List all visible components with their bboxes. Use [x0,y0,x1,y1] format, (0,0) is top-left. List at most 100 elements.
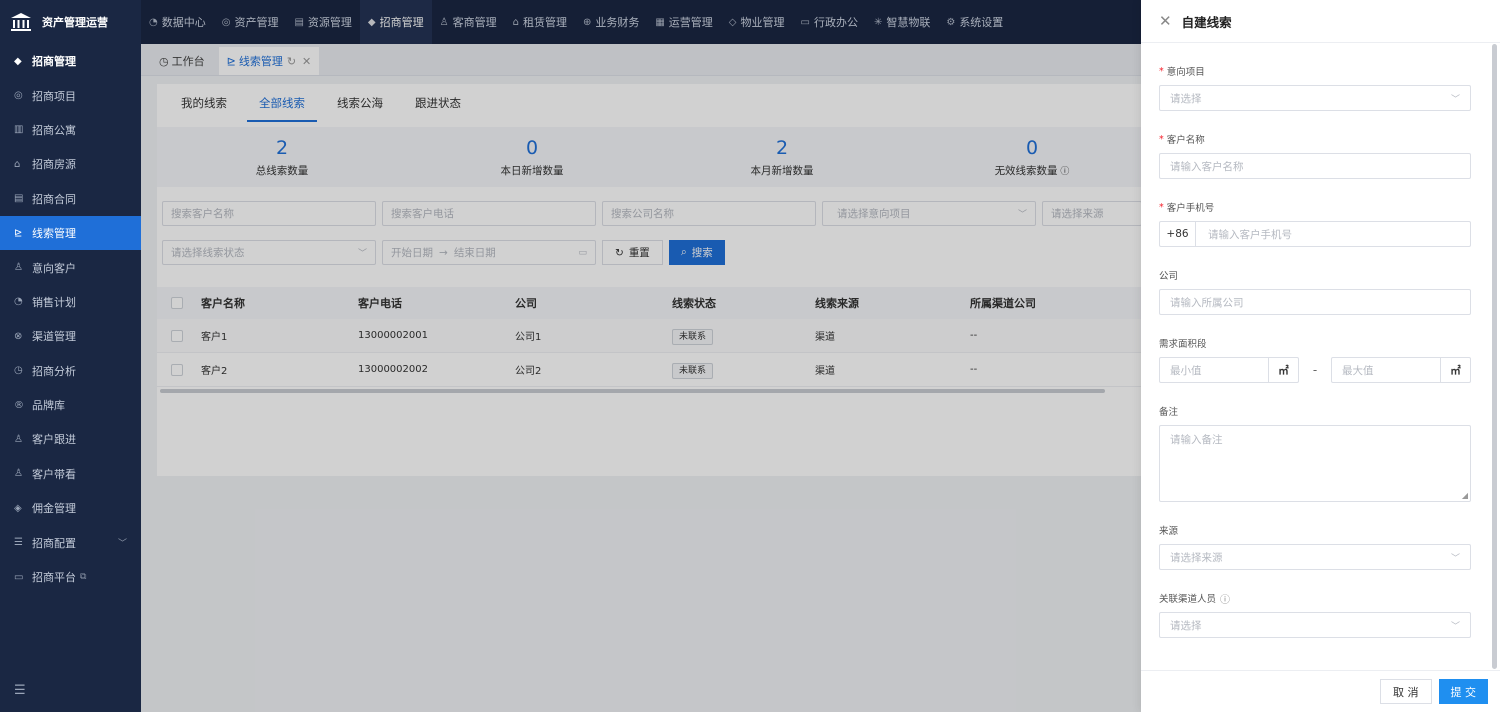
sidebar-item-label: 招商分析 [32,364,76,378]
chevron-down-icon: ﹀ [1450,621,1460,632]
sidebar-item-3[interactable]: ▤ 招商合同 [0,182,141,216]
remark-label: 备注 [1159,407,1179,418]
sidebar-item-label: 客户带看 [32,467,76,481]
channel-person-label: 关联渠道人员 [1159,594,1217,605]
chevron-down-icon: ﹀ [1450,553,1460,564]
project-field: * 意向项目 请选择 ﹀ [1159,65,1471,111]
close-icon[interactable]: ✕ [1159,12,1172,30]
sidebar-item-label: 佣金管理 [32,502,76,516]
sidebar-header-label: 招商管理 [32,55,76,69]
sidebar-item-icon: ◔ [14,296,23,308]
sidebar-item-label: 招商配置 [32,536,76,550]
brand[interactable]: 资产管理运营 [0,0,141,44]
sidebar: ◆ 招商管理 ◎ 招商项目 ▥ 招商公寓 ⌂ 招商房源 ▤ 招商合同 ⊵ 线索管理 ♙ 意向客户 ◔ 销售… [0,44,141,712]
sidebar-item-icon: ♙ [14,262,23,274]
sidebar-item-label: 招商房源 [32,158,76,172]
source-placeholder: 请选择来源 [1170,551,1223,564]
channel-person-placeholder: 请选择 [1170,619,1202,632]
source-select[interactable]: 请选择来源 ﹀ [1159,544,1471,570]
sidebar-item-label: 品牌库 [32,399,65,413]
area-label: 需求面积段 [1159,339,1207,350]
sidebar-item-0[interactable]: ◎ 招商项目 [0,78,141,112]
sidebar-item-icon: ◈ [14,502,22,514]
sidebar-item-icon: ♙ [14,468,23,480]
channel-person-select[interactable]: 请选择 ﹀ [1159,612,1471,638]
sidebar-item-label: 渠道管理 [32,330,76,344]
customer-phone-input[interactable]: 请输入客户手机号 [1196,222,1470,246]
area-min-group: 最小值 ㎡ [1159,357,1299,383]
sidebar-item-1[interactable]: ▥ 招商公寓 [0,113,141,147]
sidebar-item-12[interactable]: ◈ 佣金管理 [0,491,141,525]
required-mark: * [1159,133,1164,145]
customer-name-input[interactable]: 请输入客户名称 [1159,153,1471,179]
modal-mask-top[interactable] [141,0,1141,44]
sidebar-item-4[interactable]: ⊵ 线索管理 [0,215,141,251]
area-max-input[interactable]: 最大值 [1332,358,1440,382]
cancel-button[interactable]: 取 消 [1380,679,1432,704]
remark-textarea[interactable]: 请输入备注 ◢ [1159,425,1471,502]
drawer-header: ✕ 自建线索 [1141,0,1500,43]
project-select[interactable]: 请选择 ﹀ [1159,85,1471,111]
sidebar-item-label: 招商合同 [32,192,76,206]
create-lead-drawer: ✕ 自建线索 * 意向项目 请选择 ﹀ * 客户名称 请输入客户名称 * 客户手机号 … [1141,0,1500,712]
area-unit: ㎡ [1268,358,1298,382]
remark-field: 备注 请输入备注 ◢ [1159,405,1471,502]
project-placeholder: 请选择 [1170,92,1202,105]
collapse-menu-icon[interactable]: ☰ [14,683,26,698]
sidebar-item-icon: ⊗ [14,330,23,342]
area-unit: ㎡ [1440,358,1470,382]
diamond-icon: ◆ [14,55,22,67]
sidebar-item-6[interactable]: ◔ 销售计划 [0,285,141,319]
sidebar-item-icon: ☰ [14,537,23,549]
required-mark: * [1159,65,1164,77]
sidebar-item-9[interactable]: ® 品牌库 [0,388,141,422]
sidebar-item-8[interactable]: ◷ 招商分析 [0,354,141,388]
sidebar-item-11[interactable]: ♙ 客户带看 [0,457,141,491]
project-label: 意向项目 [1166,67,1205,78]
area-min-input[interactable]: 最小值 [1160,358,1268,382]
sidebar-item-13[interactable]: ☰ 招商配置 ﹀ [0,525,141,559]
customer-name-field: * 客户名称 请输入客户名称 [1159,133,1471,179]
customer-phone-input-group: +86 请输入客户手机号 [1159,221,1471,247]
sidebar-item-10[interactable]: ♙ 客户跟进 [0,422,141,456]
chevron-down-icon: ﹀ [117,539,127,550]
source-field: 来源 请选择来源 ﹀ [1159,524,1471,570]
sidebar-item-5[interactable]: ♙ 意向客户 [0,250,141,284]
area-max-group: 最大值 ㎡ [1331,357,1471,383]
sidebar-menu: ◎ 招商项目 ▥ 招商公寓 ⌂ 招商房源 ▤ 招商合同 ⊵ 线索管理 ♙ 意向客户 ◔ 销售计划 ⊗ 渠道管理… [0,78,141,594]
help-icon[interactable]: ⓘ [1220,591,1230,606]
customer-phone-field: * 客户手机号 +86 请输入客户手机号 [1159,201,1471,247]
submit-button[interactable]: 提 交 [1438,679,1488,704]
country-code-prefix: +86 [1160,222,1196,246]
sidebar-item-icon: ▤ [14,193,24,205]
customer-name-label: 客户名称 [1166,135,1205,146]
modal-mask[interactable] [141,44,1141,712]
sidebar-item-2[interactable]: ⌂ 招商房源 [0,147,141,181]
sidebar-item-label: 客户跟进 [32,433,76,447]
channel-person-field: 关联渠道人员 ⓘ 请选择 ﹀ [1159,592,1471,638]
drawer-scrollbar[interactable] [1492,44,1497,669]
sidebar-item-14[interactable]: ▭ 招商平台 ⧉ [0,560,141,594]
sidebar-item-icon: ♙ [14,433,23,445]
sidebar-item-label: 招商项目 [32,89,76,103]
external-link-icon: ⧉ [80,572,87,583]
sidebar-item-icon: ⊵ [14,227,23,239]
sidebar-header[interactable]: ◆ 招商管理 [0,44,141,78]
drawer-title: 自建线索 [1181,14,1232,30]
chevron-down-icon: ﹀ [1450,94,1460,105]
sidebar-item-icon: ◷ [14,365,23,377]
remark-placeholder: 请输入备注 [1170,434,1223,446]
sidebar-item-icon: ⌂ [14,158,21,170]
sidebar-item-7[interactable]: ⊗ 渠道管理 [0,319,141,353]
required-mark: * [1159,201,1164,213]
sidebar-item-icon: ▭ [14,571,24,583]
range-separator: - [1312,363,1318,377]
sidebar-item-label: 线索管理 [32,227,76,241]
sidebar-item-icon: ◎ [14,90,23,102]
sidebar-item-label: 意向客户 [32,261,76,275]
company-input[interactable]: 请输入所属公司 [1159,289,1471,315]
sidebar-item-label: 招商平台 [32,571,76,585]
sidebar-item-label: 销售计划 [32,295,76,309]
resize-handle-icon[interactable]: ◢ [1462,491,1468,500]
sidebar-item-icon: ▥ [14,124,24,136]
